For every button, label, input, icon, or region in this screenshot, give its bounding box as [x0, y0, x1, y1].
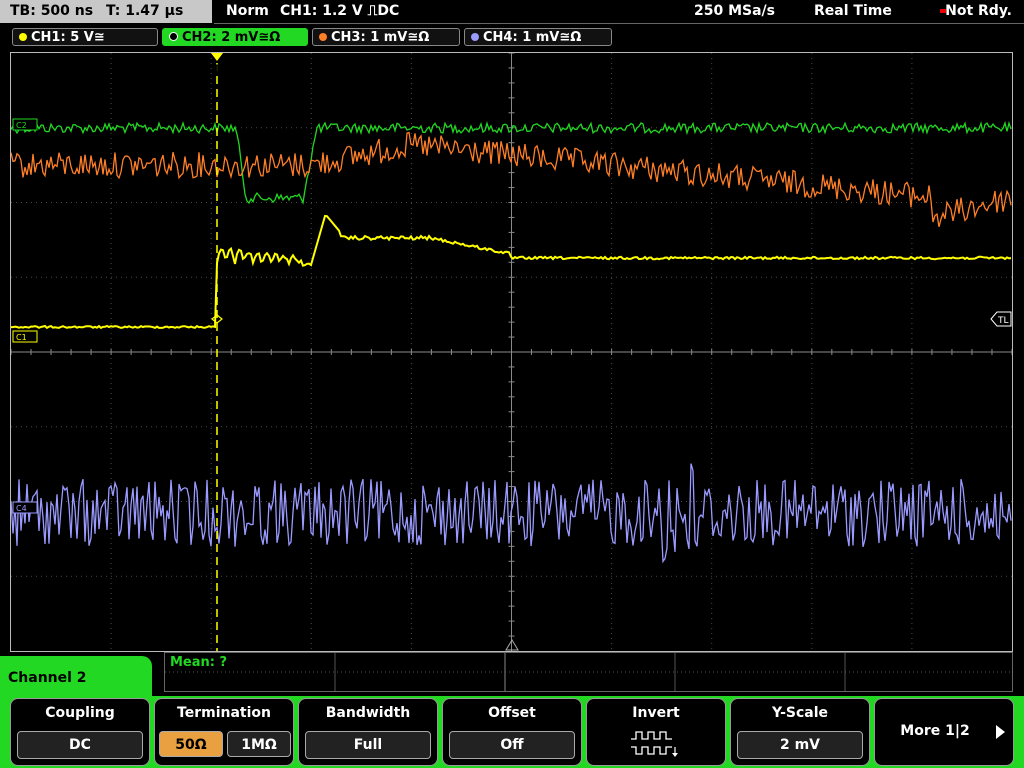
measurement-grid	[165, 653, 1012, 691]
yscale-value[interactable]: 2 mV	[737, 731, 863, 759]
bandwidth-softkey[interactable]: Bandwidth Full	[298, 698, 438, 766]
measurement-panel[interactable]: Mean: ?	[164, 652, 1013, 692]
channel-2-dot	[169, 32, 178, 41]
channel-2-label: CH2: 2 mV≅Ω	[182, 30, 281, 45]
tab-channel-2[interactable]: CH2: 2 mV≅Ω	[162, 28, 308, 46]
timebase-box[interactable]: TB: 500 ns T: 1.47 µs	[0, 0, 212, 23]
trigger-mode[interactable]: Norm	[226, 0, 269, 23]
menu-title: Channel 2	[0, 656, 152, 700]
termination-title: Termination	[177, 705, 271, 721]
graticule-grid	[11, 53, 1012, 651]
tab-channel-4[interactable]: CH4: 1 mV≅Ω	[464, 28, 612, 46]
offset-softkey[interactable]: Offset Off	[442, 698, 582, 766]
acquisition-mode: Real Time	[814, 3, 892, 19]
more-label: More 1|2	[900, 723, 970, 739]
coupling-softkey[interactable]: Coupling DC	[10, 698, 150, 766]
yscale-title: Y-Scale	[771, 705, 828, 721]
trigger-level-marker: TL	[990, 311, 1012, 327]
tab-channel-1[interactable]: CH1: 5 V≅	[12, 28, 158, 46]
tab-channel-3[interactable]: CH3: 1 mV≅Ω	[312, 28, 460, 46]
bandwidth-title: Bandwidth	[325, 705, 411, 721]
coupling-title: Coupling	[45, 705, 115, 721]
trigger-status: Not Rdy.	[945, 3, 1012, 19]
channel-4-label: CH4: 1 mV≅Ω	[483, 30, 582, 45]
channel-4-dot	[471, 33, 479, 41]
sample-rate: 250 MSa/s	[694, 3, 776, 19]
termination-1mohm-option[interactable]: 1MΩ	[227, 731, 291, 757]
trigger-info[interactable]: CH1: 1.2 V ⎍DC	[280, 0, 399, 23]
bandwidth-value[interactable]: Full	[305, 731, 431, 759]
channel-3-dot	[319, 33, 327, 41]
svg-text:C4: C4	[16, 504, 27, 513]
more-softkey[interactable]: More 1|2	[874, 698, 1014, 766]
waveform-display[interactable]: T C2 C1 C4 TL	[10, 52, 1013, 652]
yscale-softkey[interactable]: Y-Scale 2 mV	[730, 698, 870, 766]
status-bar: TB: 500 ns T: 1.47 µs Norm CH1: 1.2 V ⎍D…	[0, 0, 1024, 24]
offset-value[interactable]: Off	[449, 731, 575, 759]
termination-50ohm-option[interactable]: 50Ω	[159, 731, 223, 757]
channel-1-marker: C1	[12, 330, 38, 343]
channel-1-dot	[19, 33, 27, 41]
trigger-position-marker: T	[211, 53, 223, 74]
invert-title: Invert	[632, 705, 680, 721]
channel-1-label: CH1: 5 V≅	[31, 30, 105, 45]
offset-title: Offset	[488, 705, 536, 721]
svg-text:T: T	[214, 64, 221, 74]
trigger-time-value: T: 1.47 µs	[105, 3, 184, 19]
invert-waveform-icon	[631, 731, 678, 757]
arrow-right-icon	[996, 725, 1005, 739]
timebase-value: TB: 500 ns	[10, 3, 94, 19]
svg-text:TL: TL	[997, 316, 1009, 326]
svg-text:C2: C2	[16, 121, 27, 130]
waveform-canvas: T C2 C1 C4 TL	[11, 53, 1012, 651]
svg-text:C1: C1	[16, 333, 27, 342]
termination-softkey[interactable]: Termination 50Ω 1MΩ	[154, 698, 294, 766]
coupling-value[interactable]: DC	[17, 731, 143, 759]
acquisition-info: Norm CH1: 1.2 V ⎍DC 250 MSa/s Real Time …	[214, 0, 1024, 24]
channel-3-label: CH3: 1 mV≅Ω	[331, 30, 430, 45]
channel-4-marker: C4	[12, 501, 38, 514]
invert-softkey[interactable]: Invert	[586, 698, 726, 766]
channel-2-marker: C2	[12, 118, 38, 131]
